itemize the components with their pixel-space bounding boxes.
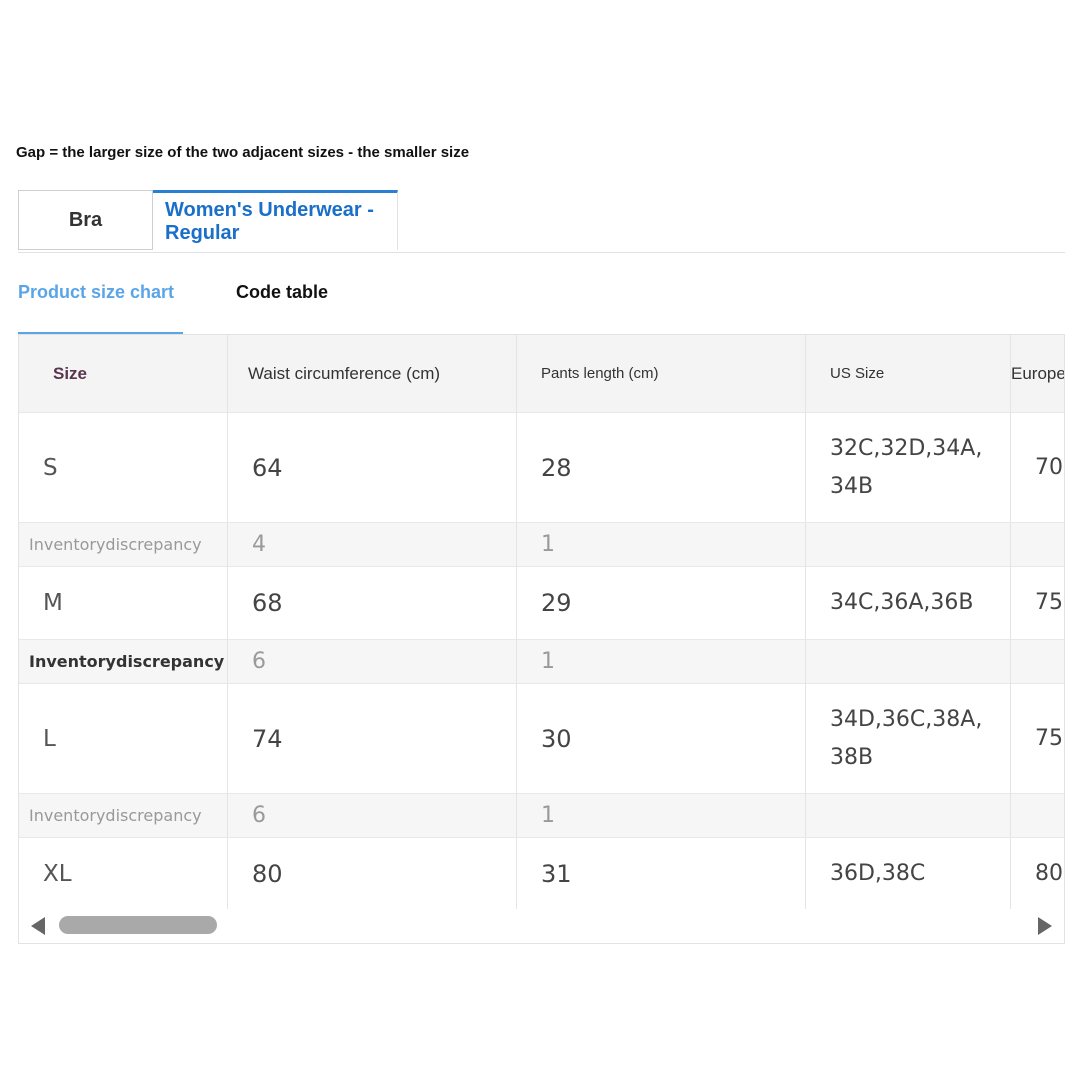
gap-waist-cell: 4: [228, 523, 517, 567]
europe-cell: 75: [1011, 567, 1064, 640]
us-size-cell: 32C,32D,34A, 34B: [806, 413, 1011, 523]
gap-pants-cell: 1: [517, 794, 806, 838]
gap-waist-cell: 6: [228, 794, 517, 838]
gap-europe-cell: [1011, 640, 1064, 684]
scroll-left-icon[interactable]: [31, 917, 45, 935]
us-size-cell: 36D,38C: [806, 838, 1011, 911]
size-cell: XL: [19, 838, 228, 911]
tab-bra[interactable]: Bra: [18, 190, 153, 250]
waist-cell: 80: [228, 838, 517, 911]
gap-label: Inventory discrepancy: [19, 794, 228, 838]
europe-cell: 75 85: [1011, 684, 1064, 794]
us-size-cell: 34D,36C,38A, 38B: [806, 684, 1011, 794]
horizontal-scrollbar[interactable]: [19, 909, 1064, 943]
size-table-grid: Size Waist circumference (cm) Pants leng…: [19, 335, 1064, 911]
header-europe: Europe: [1011, 335, 1064, 413]
tab-product-size-chart[interactable]: Product size chart: [18, 282, 183, 335]
pants-cell: 31: [517, 838, 806, 911]
scrollbar-thumb[interactable]: [59, 916, 217, 934]
header-us-size: US Size: [806, 335, 1011, 413]
us-size-cell: 34C,36A,36B: [806, 567, 1011, 640]
gap-label-line2: discrepancy: [105, 806, 202, 825]
waist-cell: 64: [228, 413, 517, 523]
size-cell: M: [19, 567, 228, 640]
header-waist: Waist circumference (cm): [228, 335, 517, 413]
gap-europe-cell: [1011, 794, 1064, 838]
gap-waist-cell: 6: [228, 640, 517, 684]
header-size: Size: [19, 335, 228, 413]
gap-label-line1: Inventory: [29, 652, 116, 671]
gap-europe-cell: [1011, 523, 1064, 567]
gap-label: Inventory discrepancy: [19, 640, 228, 684]
gap-pants-cell: 1: [517, 523, 806, 567]
gap-note: Gap = the larger size of the two adjacen…: [16, 144, 470, 161]
gap-label-line1: Inventory: [29, 535, 106, 554]
gap-label-line2: discrepancy: [105, 535, 202, 554]
pants-cell: 30: [517, 684, 806, 794]
tab-code-table[interactable]: Code table: [236, 282, 328, 303]
tab-womens-underwear-regular[interactable]: Women's Underwear - Regular: [153, 190, 398, 250]
gap-us-cell: [806, 523, 1011, 567]
gap-label-line2: discrepancy: [115, 652, 225, 671]
gap-label: Inventory discrepancy: [19, 523, 228, 567]
chart-tabs: Product size chart Code table: [18, 270, 1065, 335]
europe-cell: 80: [1011, 838, 1064, 911]
category-tabs: Bra Women's Underwear - Regular: [18, 190, 1065, 253]
size-cell: S: [19, 413, 228, 523]
waist-cell: 68: [228, 567, 517, 640]
header-pants-length: Pants length (cm): [517, 335, 806, 413]
gap-us-cell: [806, 794, 1011, 838]
scroll-right-icon[interactable]: [1038, 917, 1052, 935]
size-table: Size Waist circumference (cm) Pants leng…: [18, 334, 1065, 944]
gap-us-cell: [806, 640, 1011, 684]
size-cell: L: [19, 684, 228, 794]
gap-label-line1: Inventory: [29, 806, 106, 825]
pants-cell: 29: [517, 567, 806, 640]
waist-cell: 74: [228, 684, 517, 794]
pants-cell: 28: [517, 413, 806, 523]
gap-pants-cell: 1: [517, 640, 806, 684]
europe-cell: 70 75: [1011, 413, 1064, 523]
